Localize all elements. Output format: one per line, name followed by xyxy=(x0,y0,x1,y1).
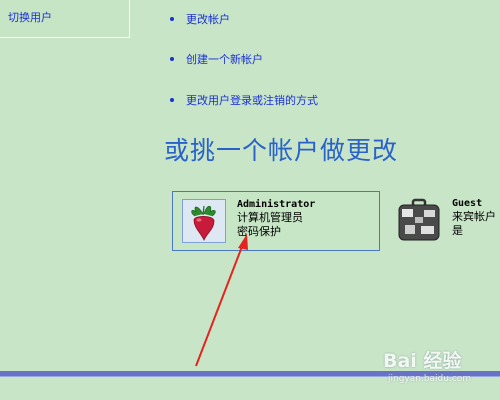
task-create-account[interactable]: 创建一个新帐户 xyxy=(170,51,263,67)
task-label: 更改用户登录或注销的方式 xyxy=(186,94,318,107)
switch-user-link[interactable]: 切换用户 xyxy=(8,9,52,25)
bullet-icon xyxy=(170,57,174,61)
task-change-account[interactable]: 更改帐户 xyxy=(170,11,230,27)
suitcase-icon xyxy=(397,198,441,242)
bullet-icon xyxy=(170,98,174,102)
task-label: 创建一个新帐户 xyxy=(186,53,263,66)
user-accounts-window: 切换用户 更改帐户 创建一个新帐户 更改用户登录或注销的方式 或挑一个帐户做更改 xyxy=(0,0,500,400)
task-label: 更改帐户 xyxy=(186,13,230,26)
account-status: 密码保护 xyxy=(237,225,281,238)
account-info: Guest 来宾帐户是 xyxy=(452,197,500,251)
bullet-icon xyxy=(170,17,174,21)
side-task-panel: 切换用户 xyxy=(0,0,130,38)
pick-account-title: 或挑一个帐户做更改 xyxy=(164,136,399,165)
account-info: Administrator 计算机管理员 密码保护 xyxy=(237,198,315,250)
task-change-logon-method[interactable]: 更改用户登录或注销的方式 xyxy=(170,92,318,108)
account-administrator[interactable]: Administrator 计算机管理员 密码保护 xyxy=(172,191,380,251)
account-name: Guest xyxy=(452,198,483,209)
baidu-watermark: Bai 经验 jingyan.baidu.com xyxy=(383,346,495,396)
account-name: Administrator xyxy=(237,199,316,210)
account-type: 计算机管理员 xyxy=(237,211,303,224)
radish-icon xyxy=(182,199,226,243)
watermark-brand: Bai 经验 xyxy=(383,350,462,372)
account-guest[interactable]: Guest 来宾帐户是 xyxy=(388,191,500,251)
account-type: 来宾帐户是 xyxy=(452,210,496,237)
watermark-url: jingyan.baidu.com xyxy=(388,374,472,384)
